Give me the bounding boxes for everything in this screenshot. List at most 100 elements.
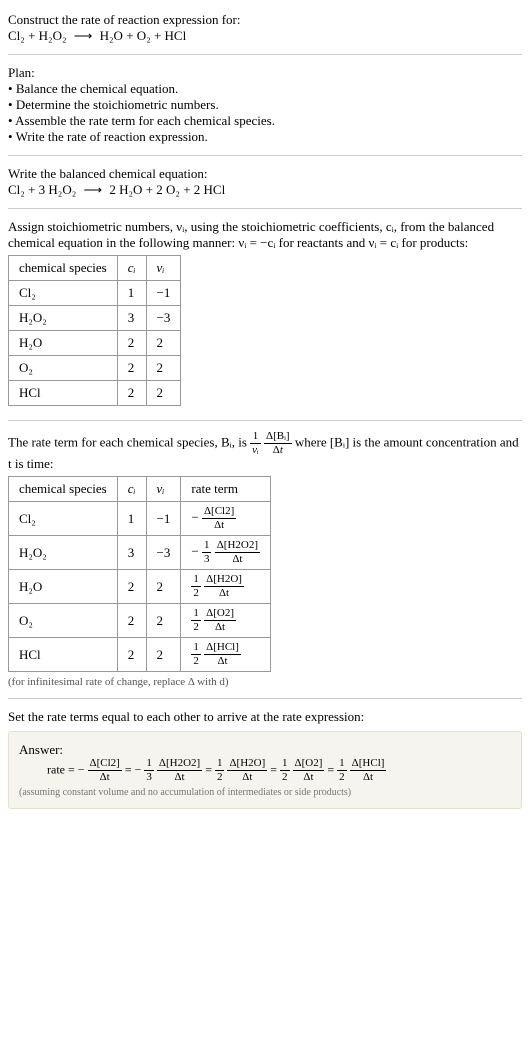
divider — [8, 54, 522, 55]
coef-frac: 12 — [191, 608, 201, 633]
plan-title: Plan: — [8, 65, 522, 81]
sign: − — [78, 762, 85, 776]
delta-frac: Δ[H2O2]Δt — [157, 758, 202, 783]
divider — [8, 155, 522, 156]
question-header: Construct the rate of reaction expressio… — [8, 8, 522, 48]
cell-species: H₂O₂ — [9, 306, 118, 331]
unbalanced-rhs: H₂O + O₂ + HCl — [100, 28, 187, 43]
coef-frac: 12 — [337, 758, 347, 783]
rate-term-section: The rate term for each chemical species,… — [8, 427, 522, 692]
cell-rate: − Δ[Cl2]Δt — [181, 502, 271, 536]
rate-term-pre: The rate term for each chemical species,… — [8, 434, 250, 449]
cell-v: −3 — [146, 536, 181, 570]
delta-frac: Δ[HCl]Δt — [204, 642, 241, 667]
answer-label: Answer: — [19, 742, 511, 758]
delta-frac: Δ[O2]Δt — [293, 758, 325, 783]
cell-rate: − 13 Δ[H2O2]Δt — [181, 536, 271, 570]
answer-box: Answer: rate = − Δ[Cl2]Δt = − 13 Δ[H2O2]… — [8, 731, 522, 809]
cell-v: 2 — [146, 570, 181, 604]
table-row: H₂O 2 2 12 Δ[H2O]Δt — [9, 570, 271, 604]
infinitesimal-note: (for infinitesimal rate of change, repla… — [8, 676, 522, 688]
cell-c: 2 — [117, 604, 146, 638]
cell-c: 1 — [117, 502, 146, 536]
plan-step: Balance the chemical equation. — [8, 81, 522, 97]
col-ci: cᵢ — [117, 256, 146, 281]
cell-species: HCl — [9, 638, 118, 672]
cell-species: O₂ — [9, 604, 118, 638]
divider — [8, 698, 522, 699]
col-vi: νᵢ — [146, 256, 181, 281]
coef-frac: 12 — [191, 574, 201, 599]
cell-v: −1 — [146, 502, 181, 536]
cell-v: 2 — [146, 604, 181, 638]
cell-v: 2 — [146, 331, 181, 356]
balanced-section: Write the balanced chemical equation: Cl… — [8, 162, 522, 202]
col-rate: rate term — [181, 477, 271, 502]
balanced-lhs: Cl₂ + 3 H₂O₂ — [8, 182, 76, 197]
col-species: chemical species — [9, 256, 118, 281]
cell-v: −1 — [146, 281, 181, 306]
table-row: H₂O₂ 3 −3 — [9, 306, 181, 331]
cell-species: H₂O — [9, 570, 118, 604]
cell-species: Cl₂ — [9, 502, 118, 536]
stoich-section: Assign stoichiometric numbers, νᵢ, using… — [8, 215, 522, 414]
table-header-row: chemical species cᵢ νᵢ rate term — [9, 477, 271, 502]
cell-v: 2 — [146, 356, 181, 381]
cell-c: 2 — [117, 356, 146, 381]
sign: − — [135, 762, 142, 776]
stoich-paragraph: Assign stoichiometric numbers, νᵢ, using… — [8, 219, 522, 251]
prompt-text: Construct the rate of reaction expressio… — [8, 12, 522, 28]
delta-frac: Δ[Cl2]Δt — [88, 758, 122, 783]
table-row: O₂ 2 2 12 Δ[O2]Δt — [9, 604, 271, 638]
plan-step: Determine the stoichiometric numbers. — [8, 97, 522, 113]
delta-frac: Δ[O2]Δt — [204, 608, 236, 633]
sign: − — [191, 543, 198, 558]
coef-frac: 12 — [215, 758, 225, 783]
cell-species: H₂O — [9, 331, 118, 356]
cell-rate: 12 Δ[O2]Δt — [181, 604, 271, 638]
table-row: Cl₂ 1 −1 — [9, 281, 181, 306]
rate-term-table: chemical species cᵢ νᵢ rate term Cl₂ 1 −… — [8, 476, 271, 672]
rate-term-paragraph: The rate term for each chemical species,… — [8, 431, 522, 472]
final-section: Set the rate terms equal to each other t… — [8, 705, 522, 813]
coef-frac: 12 — [280, 758, 290, 783]
cell-c: 2 — [117, 331, 146, 356]
cell-c: 3 — [117, 536, 146, 570]
col-vi: νᵢ — [146, 477, 181, 502]
cell-c: 2 — [117, 638, 146, 672]
cell-c: 3 — [117, 306, 146, 331]
unbalanced-lhs: Cl₂ + H₂O₂ — [8, 28, 67, 43]
coef-frac: 13 — [202, 540, 212, 565]
coef-frac: 13 — [144, 758, 154, 783]
rate-term-frac-coef: 1νᵢ — [250, 431, 261, 456]
cell-species: HCl — [9, 381, 118, 406]
balanced-rhs: 2 H₂O + 2 O₂ + 2 HCl — [109, 182, 225, 197]
divider — [8, 420, 522, 421]
col-ci: cᵢ — [117, 477, 146, 502]
cell-c: 2 — [117, 570, 146, 604]
stoich-table: chemical species cᵢ νᵢ Cl₂ 1 −1 H₂O₂ 3 −… — [8, 255, 181, 406]
delta-frac: Δ[H2O]Δt — [204, 574, 244, 599]
cell-v: 2 — [146, 381, 181, 406]
delta-frac: Δ[HCl]Δt — [350, 758, 387, 783]
table-header-row: chemical species cᵢ νᵢ — [9, 256, 181, 281]
cell-species: H₂O₂ — [9, 536, 118, 570]
table-row: HCl 2 2 — [9, 381, 181, 406]
balanced-equation: Cl₂ + 3 H₂O₂ ⟶ 2 H₂O + 2 O₂ + 2 HCl — [8, 182, 522, 198]
plan-section: Plan: Balance the chemical equation. Det… — [8, 61, 522, 149]
table-row: HCl 2 2 12 Δ[HCl]Δt — [9, 638, 271, 672]
plan-step: Write the rate of reaction expression. — [8, 129, 522, 145]
divider — [8, 208, 522, 209]
delta-frac: Δ[Cl2]Δt — [202, 506, 236, 531]
rate-expression: rate = − Δ[Cl2]Δt = − 13 Δ[H2O2]Δt = 12 … — [47, 758, 511, 783]
balanced-intro: Write the balanced chemical equation: — [8, 166, 522, 182]
cell-species: O₂ — [9, 356, 118, 381]
plan-list: Balance the chemical equation. Determine… — [8, 81, 522, 145]
plan-step: Assemble the rate term for each chemical… — [8, 113, 522, 129]
final-intro: Set the rate terms equal to each other t… — [8, 709, 522, 725]
cell-c: 2 — [117, 381, 146, 406]
cell-c: 1 — [117, 281, 146, 306]
unbalanced-equation: Cl₂ + H₂O₂ ⟶ H₂O + O₂ + HCl — [8, 28, 522, 44]
rate-term-frac-delta: Δ[Bᵢ]Δt — [264, 431, 292, 456]
coef-frac: 12 — [191, 642, 201, 667]
